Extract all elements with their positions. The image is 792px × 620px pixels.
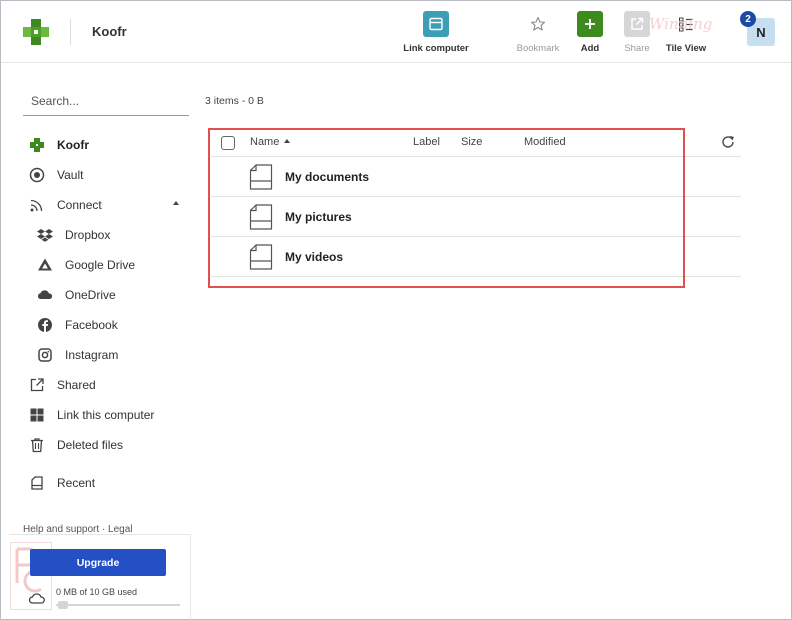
sidebar-item-label: Connect xyxy=(57,198,102,212)
top-bar: Koofr Link computer Bookmark Add Share T… xyxy=(1,1,791,63)
dropbox-icon xyxy=(35,225,55,245)
star-icon xyxy=(525,11,551,37)
sidebar-item-label: Vault xyxy=(57,168,84,182)
sidebar-item-link-this-computer[interactable]: Link this computer xyxy=(27,405,154,425)
file-row[interactable]: My documents xyxy=(211,157,741,197)
share-button[interactable]: Share xyxy=(624,11,650,54)
sidebar-item-label: Instagram xyxy=(65,348,119,362)
file-name[interactable]: My documents xyxy=(285,170,369,184)
plus-icon xyxy=(577,11,603,37)
upgrade-button[interactable]: Upgrade xyxy=(30,549,166,576)
column-header-modified[interactable]: Modified xyxy=(524,136,566,148)
folder-icon xyxy=(249,164,273,190)
onedrive-icon xyxy=(35,285,55,305)
sidebar-item-google-drive[interactable]: Google Drive xyxy=(35,255,135,275)
column-header-size[interactable]: Size xyxy=(461,136,482,148)
koofr-icon xyxy=(27,135,47,155)
file-row[interactable]: My videos xyxy=(211,237,741,277)
link-computer-button[interactable]: Link computer xyxy=(403,11,469,54)
sidebar-item-onedrive[interactable]: OneDrive xyxy=(35,285,116,305)
koofr-logo-icon[interactable] xyxy=(23,19,49,45)
file-table-header: Name Label Size Modified xyxy=(211,130,741,157)
select-all-checkbox[interactable] xyxy=(221,136,235,150)
sidebar-item-instagram[interactable]: Instagram xyxy=(35,345,118,365)
share-label: Share xyxy=(624,43,650,54)
rss-icon xyxy=(27,195,47,215)
link-computer-label: Link computer xyxy=(403,43,469,54)
share-icon xyxy=(624,11,650,37)
brand-name: Koofr xyxy=(92,24,127,39)
sidebar-item-label: Dropbox xyxy=(65,228,111,242)
sidebar-item-vault[interactable]: Vault xyxy=(27,165,83,185)
sidebar-item-shared[interactable]: Shared xyxy=(27,375,96,395)
sidebar-item-label: Deleted files xyxy=(57,438,124,452)
sidebar-item-label: Link this computer xyxy=(57,408,155,422)
shared-icon xyxy=(27,375,47,395)
sidebar-item-label: OneDrive xyxy=(65,288,116,302)
folder-icon xyxy=(249,244,273,270)
sidebar-item-facebook[interactable]: Facebook xyxy=(35,315,118,335)
sidebar-item-koofr[interactable]: Koofr xyxy=(27,135,89,155)
notification-badge[interactable]: 2 xyxy=(740,11,756,27)
sidebar-item-label: Shared xyxy=(57,378,96,392)
cloud-storage-icon xyxy=(29,593,45,604)
refresh-icon[interactable] xyxy=(720,134,736,150)
bookmark-label: Bookmark xyxy=(516,43,560,54)
column-header-label[interactable]: Label xyxy=(413,136,440,148)
sidebar-item-label: Facebook xyxy=(65,318,118,332)
recent-icon xyxy=(27,473,47,493)
brand-divider xyxy=(70,19,71,45)
collapse-connect-icon[interactable] xyxy=(173,201,179,205)
storage-usage-bar xyxy=(56,604,180,606)
add-label: Add xyxy=(580,43,600,54)
sidebar-item-connect[interactable]: Connect xyxy=(27,195,102,215)
file-row[interactable]: My pictures xyxy=(211,197,741,237)
column-header-name[interactable]: Name xyxy=(250,136,291,148)
tile-view-label: Tile View xyxy=(665,43,707,54)
storage-usage-fill xyxy=(58,601,68,609)
google-drive-icon xyxy=(35,255,55,275)
add-button[interactable]: Add xyxy=(577,11,603,54)
sidebar-item-label: Recent xyxy=(57,476,96,490)
column-header-name-label: Name xyxy=(250,136,280,148)
file-name[interactable]: My pictures xyxy=(285,210,352,224)
search-input[interactable]: Search... xyxy=(23,91,189,116)
folder-icon xyxy=(249,204,273,230)
watermark-text: Winning xyxy=(649,15,713,33)
sort-ascending-icon xyxy=(284,139,291,143)
sidebar-item-recent[interactable]: Recent xyxy=(27,473,95,493)
link-computer-icon xyxy=(423,11,449,37)
sidebar-item-dropbox[interactable]: Dropbox xyxy=(35,225,110,245)
sidebar-item-deleted-files[interactable]: Deleted files xyxy=(27,435,123,455)
vault-icon xyxy=(27,165,47,185)
sidebar-item-label: Koofr xyxy=(57,138,89,152)
storage-usage-text: 0 MB of 10 GB used xyxy=(56,587,138,597)
file-name[interactable]: My videos xyxy=(285,250,343,264)
windows-icon xyxy=(27,405,47,425)
bookmark-button[interactable]: Bookmark xyxy=(515,11,561,54)
item-count: 3 items - 0 B xyxy=(205,95,264,107)
facebook-icon xyxy=(35,315,55,335)
sidebar-item-label: Google Drive xyxy=(65,258,136,272)
instagram-icon xyxy=(35,345,55,365)
trash-icon xyxy=(27,435,47,455)
